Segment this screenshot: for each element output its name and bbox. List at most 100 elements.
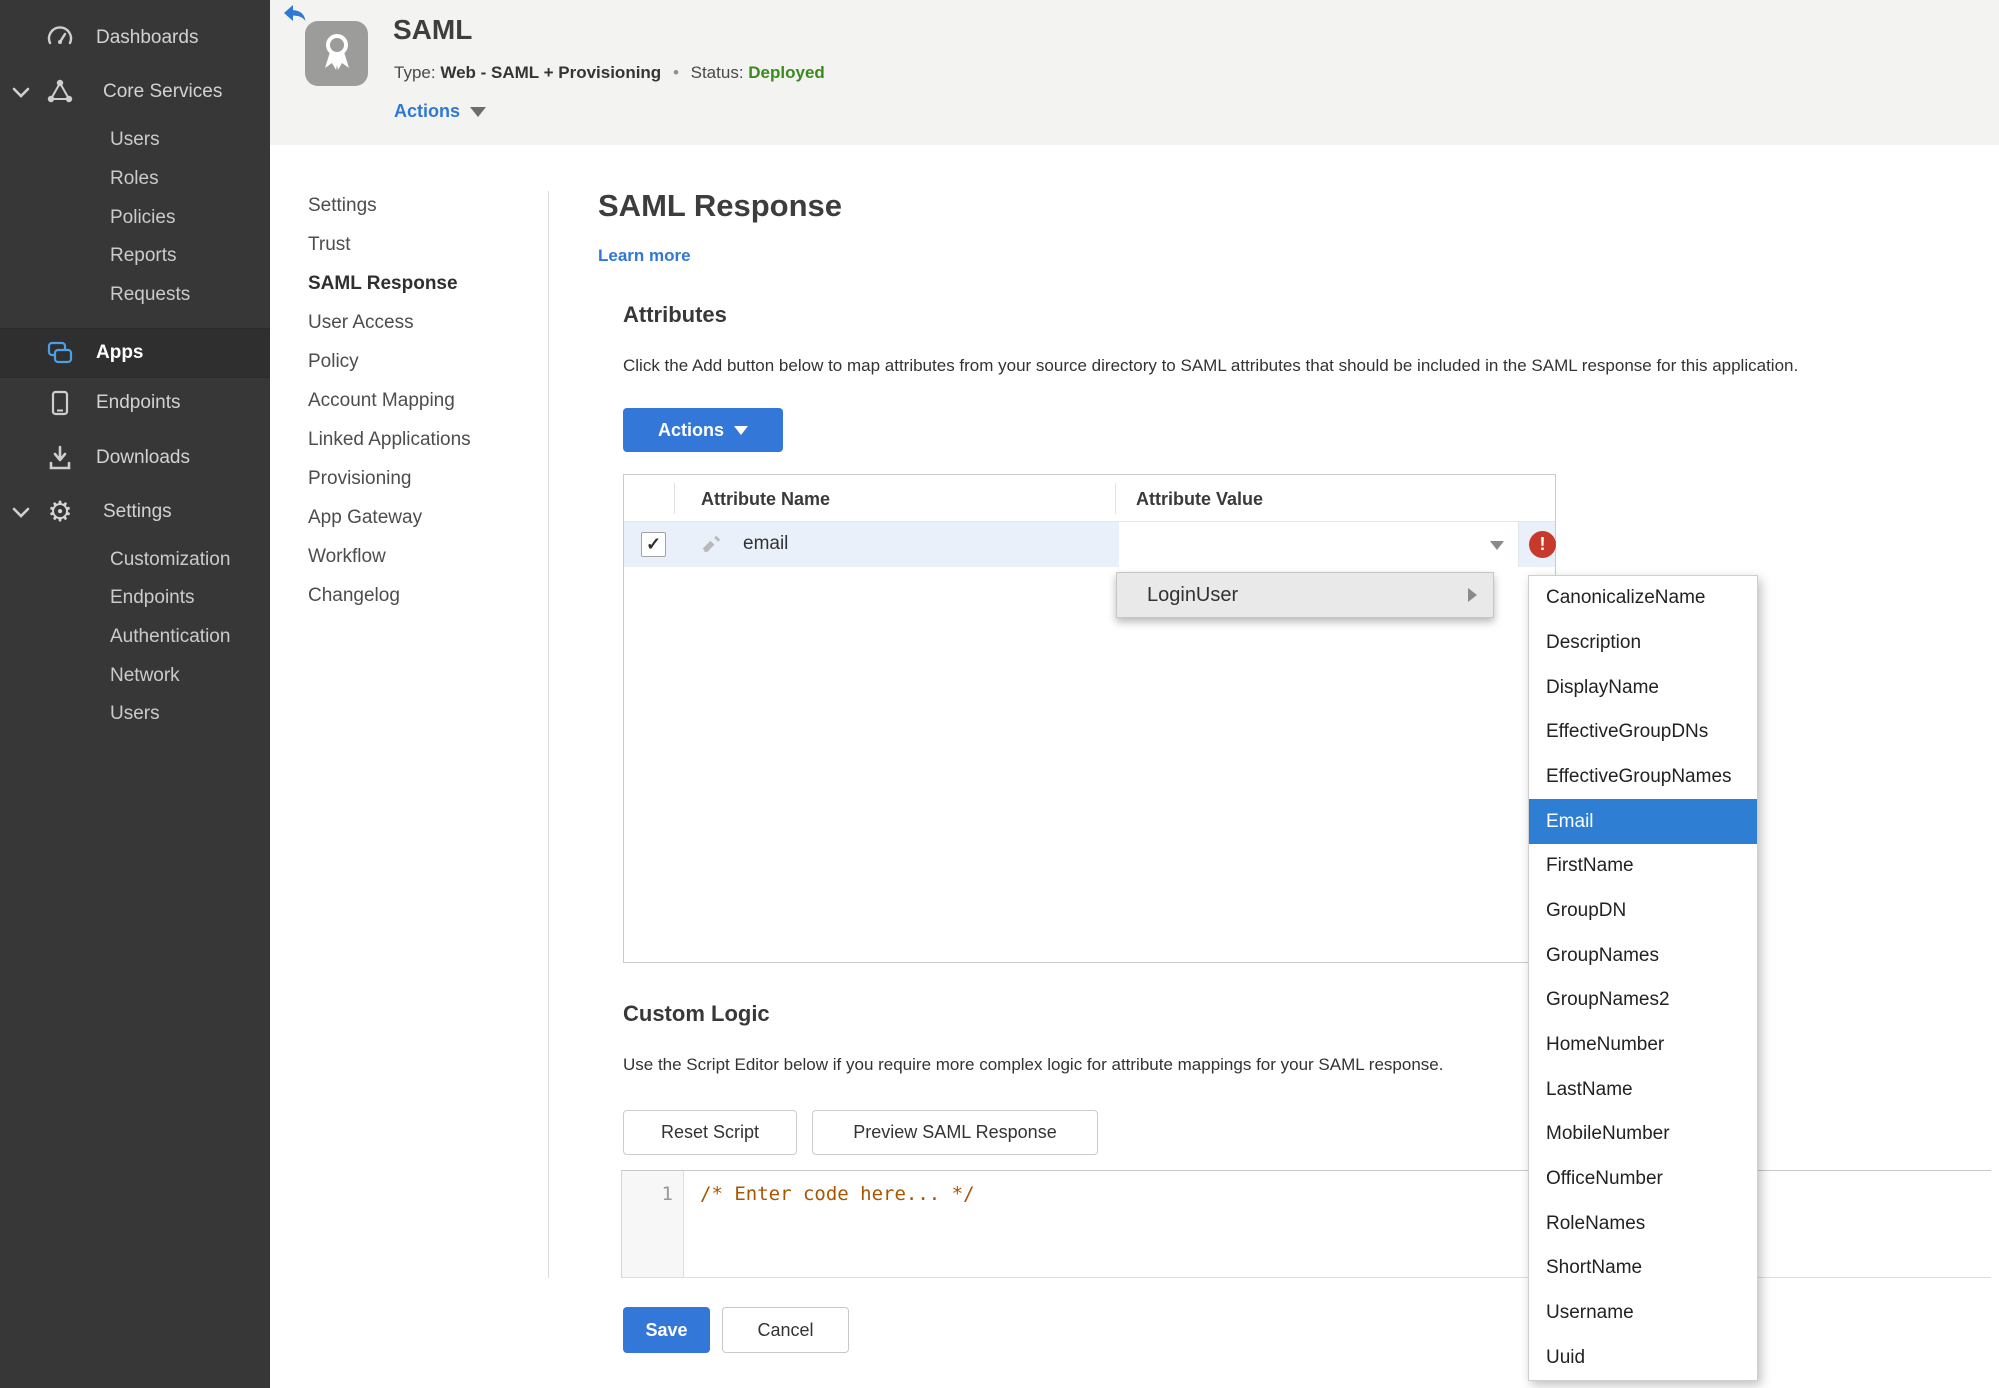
- sidebar-item-settings-users[interactable]: Users: [110, 694, 270, 733]
- main-sidebar: Dashboards Core Services Users Roles Pol…: [0, 0, 270, 1388]
- menu-item-rolenames[interactable]: RoleNames: [1529, 1201, 1757, 1246]
- menu-item-lastname[interactable]: LastName: [1529, 1067, 1757, 1112]
- reset-script-button[interactable]: Reset Script: [623, 1110, 797, 1155]
- attribute-value-dropdown[interactable]: [1119, 522, 1519, 567]
- tab-policy[interactable]: Policy: [308, 347, 359, 377]
- separator-dot: •: [672, 63, 679, 82]
- sidebar-item-endpoints[interactable]: Endpoints: [0, 379, 270, 427]
- type-value: Web - SAML + Provisioning: [440, 63, 662, 82]
- tab-trust[interactable]: Trust: [308, 230, 351, 260]
- chevron-down-icon[interactable]: [12, 506, 30, 518]
- menu-item-loginuser[interactable]: LoginUser: [1116, 572, 1494, 618]
- tab-app-gateway[interactable]: App Gateway: [308, 503, 422, 533]
- page: Dashboards Core Services Users Roles Pol…: [0, 0, 1999, 1388]
- menu-item-shortname[interactable]: ShortName: [1529, 1246, 1757, 1291]
- table-row[interactable]: ✓ email !: [624, 522, 1556, 567]
- attributes-description: Click the Add button below to map attrib…: [623, 356, 1799, 375]
- caret-down-icon: [734, 425, 748, 435]
- back-arrow-icon[interactable]: [283, 4, 307, 24]
- menu-item-displayname[interactable]: DisplayName: [1529, 665, 1757, 710]
- tab-workflow[interactable]: Workflow: [308, 542, 386, 572]
- column-header-attribute-name: Attribute Name: [701, 489, 831, 509]
- tab-linked-applications[interactable]: Linked Applications: [308, 425, 471, 455]
- phone-icon: [46, 389, 74, 417]
- menu-item-homenumber[interactable]: HomeNumber: [1529, 1023, 1757, 1068]
- header-actions-menu[interactable]: Actions: [394, 101, 487, 122]
- cancel-button[interactable]: Cancel: [722, 1307, 849, 1353]
- edit-pencil-icon[interactable]: [700, 532, 724, 556]
- tab-settings[interactable]: Settings: [308, 191, 377, 221]
- download-icon: [46, 444, 74, 472]
- editor-gutter: 1: [622, 1171, 684, 1277]
- script-editor[interactable]: 1 /* Enter code here... */: [621, 1170, 1991, 1278]
- learn-more-link[interactable]: Learn more: [598, 246, 691, 266]
- tab-account-mapping[interactable]: Account Mapping: [308, 386, 455, 416]
- save-button[interactable]: Save: [623, 1307, 710, 1353]
- sidebar-item-users[interactable]: Users: [110, 120, 270, 159]
- menu-item-label: LoginUser: [1147, 583, 1239, 606]
- sidebar-item-roles[interactable]: Roles: [110, 159, 270, 198]
- actions-button[interactable]: Actions: [623, 408, 783, 452]
- status-label: Status:: [690, 63, 744, 82]
- tab-user-access[interactable]: User Access: [308, 308, 414, 338]
- exclamation-glyph: !: [1539, 534, 1546, 554]
- nav-divider: [548, 191, 549, 1278]
- menu-item-groupnames[interactable]: GroupNames: [1529, 933, 1757, 978]
- type-label: Type:: [394, 63, 436, 82]
- page-title: SAML: [393, 14, 473, 45]
- sidebar-item-settings-endpoints[interactable]: Endpoints: [110, 578, 270, 617]
- app-meta: Type: Web - SAML + Provisioning • Status…: [394, 63, 825, 83]
- sidebar-item-downloads[interactable]: Downloads: [0, 434, 270, 482]
- sidebar-item-dashboards[interactable]: Dashboards: [0, 14, 270, 62]
- submenu-arrow-icon: [1468, 588, 1477, 602]
- attributes-table: Attribute Name Attribute Value ✓ email !: [623, 474, 1556, 963]
- preview-saml-response-button[interactable]: Preview SAML Response: [812, 1110, 1098, 1155]
- sidebar-item-label: Apps: [96, 342, 144, 363]
- attributes-heading: Attributes: [623, 302, 727, 327]
- error-icon: !: [1529, 531, 1556, 558]
- menu-item-firstname[interactable]: FirstName: [1529, 844, 1757, 889]
- sidebar-item-network[interactable]: Network: [110, 656, 270, 695]
- sidebar-item-policies[interactable]: Policies: [110, 198, 270, 237]
- sidebar-item-apps[interactable]: Apps: [0, 328, 270, 378]
- column-header-attribute-value: Attribute Value: [1136, 489, 1264, 509]
- caret-down-icon: [470, 106, 487, 117]
- sidebar-item-label: Core Services: [103, 81, 223, 102]
- menu-item-officenumber[interactable]: OfficeNumber: [1529, 1157, 1757, 1202]
- menu-item-description[interactable]: Description: [1529, 621, 1757, 666]
- row-checkbox[interactable]: ✓: [641, 532, 666, 557]
- menu-item-mobilenumber[interactable]: MobileNumber: [1529, 1112, 1757, 1157]
- menu-item-username[interactable]: Username: [1529, 1291, 1757, 1336]
- app-header: SAML Type: Web - SAML + Provisioning • S…: [270, 0, 1999, 145]
- actions-button-label: Actions: [657, 419, 724, 440]
- apps-icon: [46, 339, 74, 367]
- menu-item-canonicalizename[interactable]: CanonicalizeName: [1529, 576, 1757, 621]
- sidebar-item-requests[interactable]: Requests: [110, 275, 270, 314]
- line-number: 1: [661, 1183, 673, 1205]
- sidebar-item-settings[interactable]: ⚙ Settings: [0, 488, 270, 536]
- code-line[interactable]: /* Enter code here... */: [700, 1183, 975, 1205]
- tab-provisioning[interactable]: Provisioning: [308, 464, 412, 494]
- sidebar-item-reports[interactable]: Reports: [110, 236, 270, 275]
- header-separator: [1115, 483, 1116, 514]
- ribbon-icon: [324, 33, 349, 70]
- menu-item-groupdn[interactable]: GroupDN: [1529, 889, 1757, 934]
- sidebar-item-customization[interactable]: Customization: [110, 540, 270, 579]
- menu-item-uuid[interactable]: Uuid: [1529, 1335, 1757, 1380]
- sidebar-item-label: Settings: [103, 501, 172, 522]
- sidebar-item-core-services[interactable]: Core Services: [0, 68, 270, 116]
- core-services-icon: [46, 78, 74, 106]
- tab-changelog[interactable]: Changelog: [308, 581, 400, 611]
- sidebar-item-label: Dashboards: [96, 27, 199, 48]
- menu-item-email[interactable]: Email: [1529, 799, 1757, 845]
- sidebar-item-label: Downloads: [96, 447, 190, 468]
- status-badge: Deployed: [748, 63, 825, 82]
- tab-saml-response[interactable]: SAML Response: [308, 269, 458, 299]
- menu-item-effectivegroupnames[interactable]: EffectiveGroupNames: [1529, 755, 1757, 800]
- menu-item-effectivegroupdns[interactable]: EffectiveGroupDNs: [1529, 710, 1757, 755]
- chevron-down-icon[interactable]: [12, 86, 30, 98]
- menu-item-groupnames2[interactable]: GroupNames2: [1529, 978, 1757, 1023]
- custom-logic-heading: Custom Logic: [623, 1001, 770, 1026]
- sidebar-item-authentication[interactable]: Authentication: [110, 617, 270, 656]
- attribute-value-submenu: CanonicalizeName Description DisplayName…: [1528, 575, 1758, 1381]
